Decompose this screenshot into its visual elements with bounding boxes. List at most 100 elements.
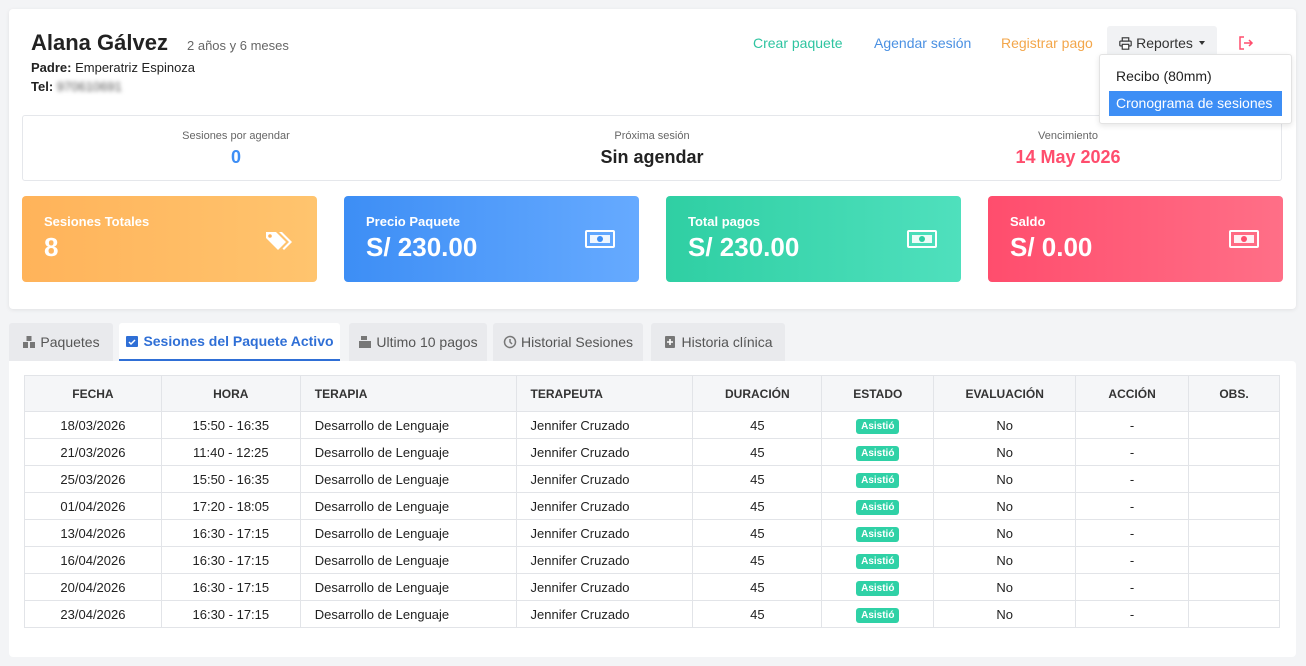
father-label: Padre:: [31, 60, 72, 75]
cell-terapia: Desarrollo de Lenguaje: [299, 573, 517, 601]
tab-historia-label: Historia clínica: [681, 334, 773, 350]
next-session-value: Sin agendar: [600, 147, 704, 167]
cell-accion: -: [1075, 519, 1190, 547]
cell-terapia: Desarrollo de Lenguaje: [299, 492, 517, 520]
cell-terapia: Desarrollo de Lenguaje: [299, 411, 517, 439]
medical-file-icon: [665, 336, 676, 348]
stat-card-payments: Total pagos S/ 230.00: [666, 196, 961, 282]
cell-obs: [1188, 600, 1280, 628]
agendar-sesion-link[interactable]: Agendar sesión: [874, 35, 971, 51]
patient-age: 2 años y 6 meses: [187, 38, 289, 53]
patient-name: Alana Gálvez: [31, 30, 168, 55]
crear-paquete-link[interactable]: Crear paquete: [753, 35, 843, 51]
expiration-value: 14 May 2026: [1015, 147, 1121, 167]
column-header-duracion[interactable]: DURACIÓN: [692, 375, 823, 412]
sessions-table: FECHA HORA TERAPIA TERAPEUTA DURACIÓN ES…: [24, 375, 1280, 628]
stat-card-sessions: Sesiones Totales 8: [22, 196, 317, 282]
session-summary: Sesiones por agendar 0 Próxima sesión Si…: [22, 115, 1282, 181]
stat-price-value: S/ 230.00: [366, 232, 478, 262]
cell-estado: Asistió: [821, 465, 935, 493]
status-badge: Asistió: [856, 472, 900, 488]
tab-historia-clinica[interactable]: Historia clínica: [651, 323, 785, 361]
table-row: 01/04/2026 17:20 - 18:05 Desarrollo de L…: [24, 492, 1280, 520]
cell-accion: -: [1075, 411, 1190, 439]
column-header-accion[interactable]: ACCIÓN: [1075, 375, 1190, 412]
sessions-table-panel: FECHA HORA TERAPIA TERAPEUTA DURACIÓN ES…: [9, 361, 1296, 657]
cell-duracion: 45: [692, 438, 823, 466]
cell-evaluacion: No: [933, 492, 1077, 520]
cell-terapeuta: Jennifer Cruzado: [515, 519, 694, 547]
column-header-terapia[interactable]: TERAPIA: [299, 375, 517, 412]
cell-accion: -: [1075, 465, 1190, 493]
menu-item-recibo[interactable]: Recibo (80mm): [1109, 64, 1282, 89]
cell-estado: Asistió: [821, 573, 935, 601]
column-header-fecha[interactable]: FECHA: [24, 375, 162, 412]
cell-accion: -: [1075, 492, 1190, 520]
registrar-pago-link[interactable]: Registrar pago: [1001, 35, 1093, 51]
stat-balance-label: Saldo: [1010, 214, 1046, 229]
table-row: 13/04/2026 16:30 - 17:15 Desarrollo de L…: [24, 519, 1280, 547]
stat-price-label: Precio Paquete: [366, 214, 460, 229]
table-row: 23/04/2026 16:30 - 17:15 Desarrollo de L…: [24, 600, 1280, 628]
cell-accion: -: [1075, 438, 1190, 466]
table-row: 20/04/2026 16:30 - 17:15 Desarrollo de L…: [24, 573, 1280, 601]
stat-sessions-label: Sesiones Totales: [44, 214, 150, 229]
next-session: Próxima sesión Sin agendar: [502, 116, 802, 168]
cell-terapeuta: Jennifer Cruzado: [515, 492, 694, 520]
status-badge: Asistió: [856, 607, 900, 623]
cell-evaluacion: No: [933, 411, 1077, 439]
tab-sesiones-paquete-activo[interactable]: Sesiones del Paquete Activo: [119, 323, 340, 361]
logout-icon[interactable]: [1238, 35, 1254, 51]
tab-sesiones-label: Sesiones del Paquete Activo: [143, 333, 334, 349]
tab-paquetes-label: Paquetes: [40, 334, 100, 350]
cell-accion: -: [1075, 600, 1190, 628]
stat-balance-value: S/ 0.00: [1010, 232, 1093, 262]
cell-obs: [1188, 573, 1280, 601]
history-icon: [503, 335, 517, 349]
cell-terapeuta: Jennifer Cruzado: [515, 411, 694, 439]
cell-terapeuta: Jennifer Cruzado: [515, 600, 694, 628]
column-header-evaluacion[interactable]: EVALUACIÓN: [933, 375, 1077, 412]
cell-obs: [1188, 438, 1280, 466]
cell-estado: Asistió: [821, 411, 935, 439]
stat-sessions-value: 8: [44, 232, 59, 262]
cell-fecha: 18/03/2026: [24, 411, 162, 439]
cell-hora: 11:40 - 12:25: [160, 438, 301, 466]
column-header-estado[interactable]: ESTADO: [821, 375, 935, 412]
cell-terapia: Desarrollo de Lenguaje: [299, 519, 517, 547]
stat-card-balance: Saldo S/ 0.00: [988, 196, 1283, 282]
column-header-obs[interactable]: OBS.: [1188, 375, 1280, 412]
cell-terapia: Desarrollo de Lenguaje: [299, 465, 517, 493]
cell-fecha: 01/04/2026: [24, 492, 162, 520]
phone-value: 970610691: [56, 79, 122, 94]
cell-evaluacion: No: [933, 573, 1077, 601]
cell-hora: 16:30 - 17:15: [160, 600, 301, 628]
cell-accion: -: [1075, 546, 1190, 574]
cell-duracion: 45: [692, 519, 823, 547]
cell-estado: Asistió: [821, 438, 935, 466]
cell-hora: 16:30 - 17:15: [160, 573, 301, 601]
menu-item-cronograma[interactable]: Cronograma de sesiones: [1109, 91, 1282, 116]
cell-estado: Asistió: [821, 519, 935, 547]
cell-accion: -: [1075, 573, 1190, 601]
tab-paquetes[interactable]: Paquetes: [9, 323, 113, 361]
cell-obs: [1188, 546, 1280, 574]
tab-ultimos-pagos[interactable]: Ultimo 10 pagos: [349, 323, 487, 361]
cell-duracion: 45: [692, 411, 823, 439]
status-badge: Asistió: [856, 553, 900, 569]
chevron-down-icon: [1198, 41, 1205, 45]
cell-hora: 15:50 - 16:35: [160, 411, 301, 439]
next-session-label: Próxima sesión: [614, 130, 690, 142]
boxes-icon: [23, 336, 36, 348]
tab-historial-sesiones[interactable]: Historial Sesiones: [493, 323, 643, 361]
cell-duracion: 45: [692, 600, 823, 628]
stat-payments-value: S/ 230.00: [688, 232, 800, 262]
cell-fecha: 16/04/2026: [24, 546, 162, 574]
column-header-hora[interactable]: HORA: [160, 375, 301, 412]
column-header-terapeuta[interactable]: TERAPEUTA: [515, 375, 694, 412]
stat-card-price: Precio Paquete S/ 230.00: [344, 196, 639, 282]
phone-label: Tel:: [31, 79, 54, 94]
tab-pagos-label: Ultimo 10 pagos: [376, 334, 478, 350]
money-bill-icon: [1229, 230, 1259, 248]
table-header-row: FECHA HORA TERAPIA TERAPEUTA DURACIÓN ES…: [24, 375, 1280, 412]
